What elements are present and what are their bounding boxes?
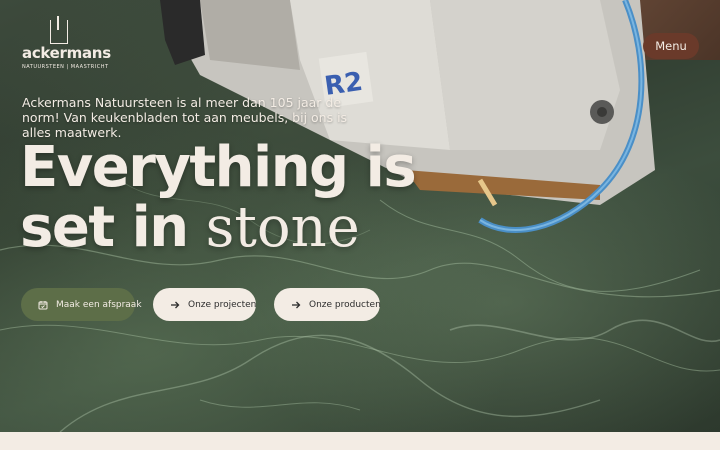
calendar-icon — [38, 299, 48, 311]
brand-subtitle: NATUURSTEEN | MAASTRICHT — [22, 64, 109, 70]
headline-line-1: Everything is — [20, 135, 417, 200]
make-appointment-button[interactable]: Maak een afspraak — [21, 288, 142, 321]
next-section-edge — [0, 432, 720, 450]
menu-button[interactable]: Menu — [643, 33, 699, 59]
headline-line-2-light: stone — [205, 195, 360, 260]
hero-headline: Everything is set in stone — [20, 135, 417, 260]
arrow-right-icon — [291, 299, 301, 311]
hero-intro-text: Ackermans Natuursteen is al meer dan 105… — [22, 95, 348, 140]
logo-mark-icon — [50, 16, 68, 44]
headline-line-2-bold: set in — [20, 195, 189, 260]
brand-logo[interactable]: ackermans NATUURSTEEN | MAASTRICHT — [22, 16, 112, 72]
our-products-button[interactable]: Onze producten — [274, 288, 381, 321]
our-products-label: Onze producten — [309, 299, 381, 310]
brand-name: ackermans — [22, 44, 111, 62]
our-projects-label: Onze projecten — [188, 299, 257, 310]
make-appointment-label: Maak een afspraak — [56, 299, 142, 310]
our-projects-button[interactable]: Onze projecten — [153, 288, 256, 321]
arrow-right-icon — [170, 299, 180, 311]
